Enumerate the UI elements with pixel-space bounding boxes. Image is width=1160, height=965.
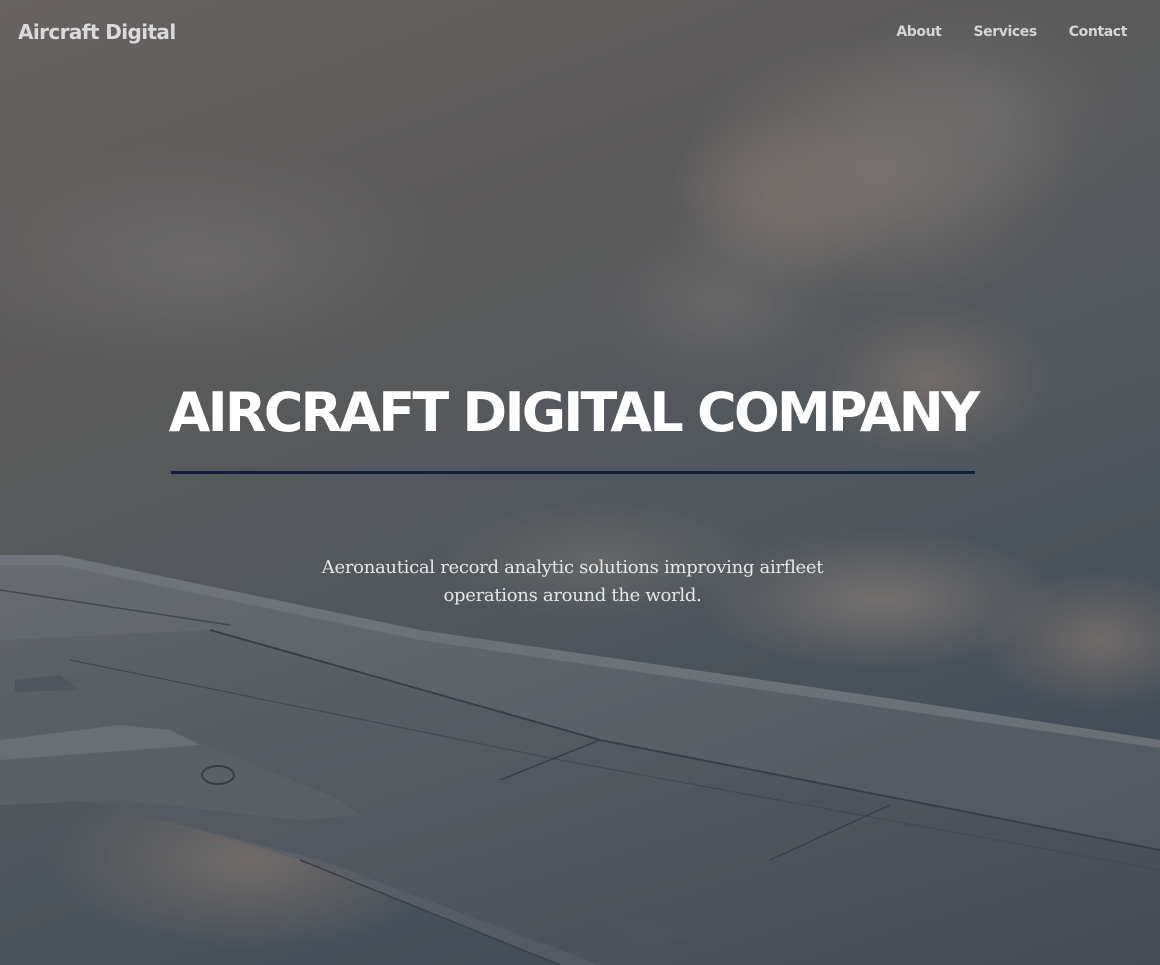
hero-subtitle: Aeronautical record analytic solutions i…	[321, 557, 824, 606]
nav-links: About Services Contact	[864, 24, 1127, 40]
hero-title: AIRCRAFT DIGITAL COMPANY	[168, 381, 981, 444]
nav-link-contact[interactable]: Contact	[1069, 24, 1128, 40]
hero-overlay	[0, 0, 1160, 965]
brand-logo-link[interactable]: Aircraft Digital	[18, 20, 176, 44]
nav-link-about[interactable]: About	[896, 24, 942, 40]
nav-link-services[interactable]: Services	[973, 24, 1037, 40]
hero-divider	[171, 471, 975, 474]
hero-section	[0, 0, 1160, 965]
navbar: Aircraft Digital About Services Contact	[0, 0, 1160, 68]
